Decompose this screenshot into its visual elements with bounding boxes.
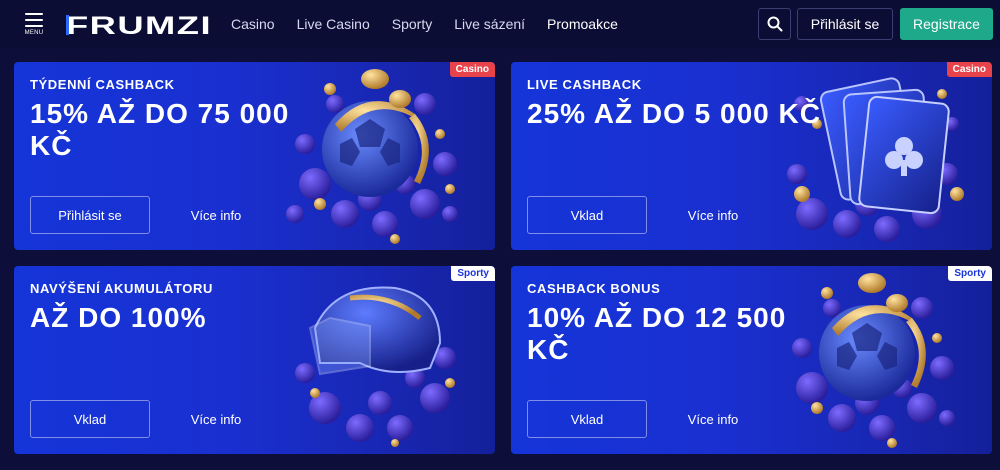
nav-live-betting[interactable]: Live sázení — [454, 16, 525, 32]
svg-text:FRUMZI: FRUMZI — [66, 12, 212, 38]
more-info-link[interactable]: Více info — [174, 400, 258, 438]
more-info-link[interactable]: Více info — [174, 196, 258, 234]
menu-button[interactable]: MENU — [20, 9, 48, 39]
nav-live-casino[interactable]: Live Casino — [297, 16, 370, 32]
card-subtitle: LIVE CASHBACK — [527, 77, 642, 92]
more-info-link[interactable]: Více info — [671, 400, 755, 438]
menu-label: MENU — [24, 30, 44, 36]
card-headline: 25% AŽ DO 5 000 KČ — [527, 98, 821, 129]
search-button[interactable] — [758, 8, 791, 40]
nav-promotions[interactable]: Promoakce — [547, 16, 618, 32]
main-nav: Casino Live Casino Sporty Live sázení Pr… — [231, 0, 640, 48]
card-headline: 10% AŽ DO 12 500 KČ — [527, 302, 787, 365]
casino-badge: Casino — [449, 62, 495, 77]
casino-badge: Casino — [946, 62, 992, 77]
promo-card-live-cashback: Casino LIVE CASHBACK 25% AŽ DO 5 000 KČ … — [511, 62, 992, 250]
nav-sporty[interactable]: Sporty — [392, 16, 432, 32]
card-deposit-button[interactable]: Vklad — [527, 400, 647, 438]
promo-card-accumulator-boost: Sporty NAVÝŠENÍ AKUMULÁTORU AŽ DO 100% V… — [14, 266, 495, 454]
card-subtitle: NAVÝŠENÍ AKUMULÁTORU — [30, 281, 213, 296]
card-login-button[interactable]: Přihlásit se — [30, 196, 150, 234]
promo-card-weekly-cashback: Casino TÝDENNÍ CASHBACK 15% AŽ DO 75 000… — [14, 62, 495, 250]
card-deposit-button[interactable]: Vklad — [30, 400, 150, 438]
register-button[interactable]: Registrace — [900, 8, 993, 40]
sporty-badge: Sporty — [451, 266, 495, 281]
playing-cards-art — [787, 77, 964, 242]
card-headline: 15% AŽ DO 75 000 KČ — [30, 98, 290, 161]
search-icon — [767, 16, 782, 32]
promo-card-cashback-bonus: Sporty CASHBACK BONUS 10% AŽ DO 12 500 K… — [511, 266, 992, 454]
card-subtitle: TÝDENNÍ CASHBACK — [30, 77, 175, 92]
more-info-link[interactable]: Více info — [671, 196, 755, 234]
hockey-helmet-art — [295, 286, 456, 447]
top-bar: MENU FRUMZI Casino Live Casino Sporty Li… — [0, 0, 1000, 48]
frumzi-logo[interactable]: FRUMZI — [66, 12, 212, 38]
login-button[interactable]: Přihlásit se — [797, 8, 893, 40]
card-subtitle: CASHBACK BONUS — [527, 281, 661, 296]
card-deposit-button[interactable]: Vklad — [527, 196, 647, 234]
nav-casino[interactable]: Casino — [231, 16, 275, 32]
card-headline: AŽ DO 100% — [30, 302, 207, 333]
sporty-badge: Sporty — [948, 266, 992, 281]
hamburger-icon — [25, 13, 43, 31]
